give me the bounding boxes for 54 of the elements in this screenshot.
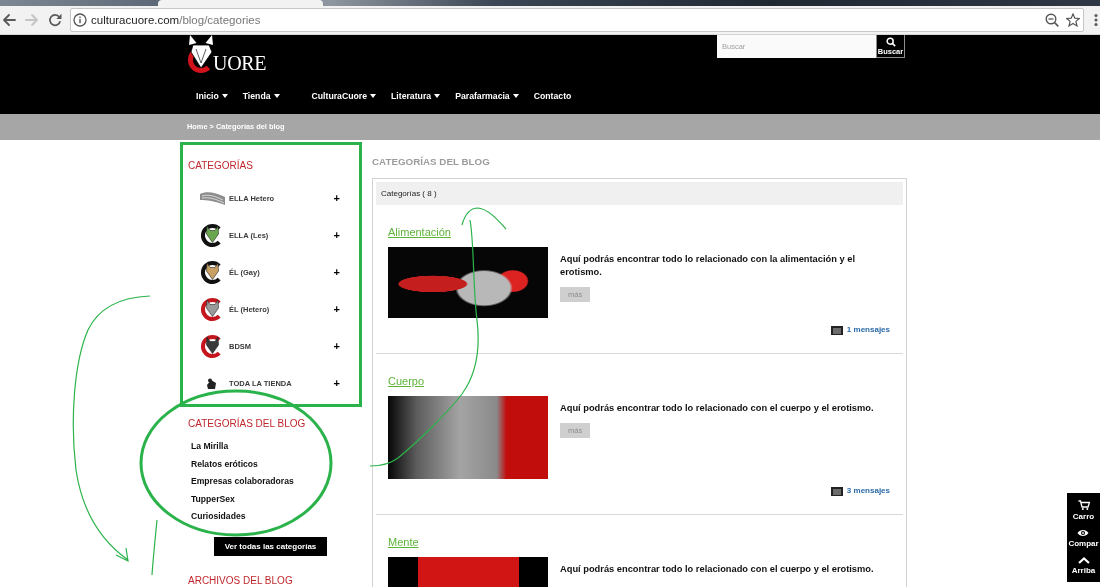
thumbnail-icon [200,191,225,206]
search-icon [885,37,896,47]
page-title: CATEGORÍAS DEL BLOG [372,156,490,168]
caret-icon [273,94,280,98]
nav-item[interactable]: Tienda [242,89,280,103]
chevron-up-icon [1077,556,1090,564]
expand-button[interactable]: + [333,267,340,278]
back-to-top-button[interactable]: Arriba [1071,556,1096,575]
nav-item[interactable]: Literatura [391,89,441,103]
message-icon [830,325,843,335]
category-description: Aquí podrás encontrar todo lo relacionado con el cuerpo y el erotismo. [560,563,874,576]
section-heading: CATEGORÍAS DEL BLOG [188,418,306,430]
compare-button[interactable]: Compar [1068,529,1099,549]
eye-icon [1077,529,1090,538]
logo-text[interactable]: UORE [213,54,267,72]
message-icon [830,486,843,496]
logo-icon[interactable] [187,35,215,73]
caret-icon [434,94,441,98]
nav-item[interactable]: Inicio [196,89,228,103]
expand-button[interactable]: + [333,341,340,352]
url-text: culturacuore.com/blog/categories [91,14,261,26]
menu-icon[interactable] [1094,13,1098,27]
back-arrow-icon[interactable] [2,13,16,27]
blog-category-link[interactable]: Relatos eróticos [191,457,258,470]
message-count-link[interactable]: 1 mensajes [846,325,890,335]
cart-button[interactable]: Carro [1072,500,1095,522]
expand-button[interactable]: + [333,230,340,241]
message-count-link[interactable]: 3 mensajes [846,486,890,496]
expand-button[interactable]: + [333,304,340,315]
address-bar[interactable]: culturacuore.com/blog/categories [70,8,1084,32]
zoom-out-icon[interactable] [1045,13,1059,27]
blog-category-link[interactable]: La Mirilla [191,440,229,452]
emblem-icon [206,377,218,390]
expand-button[interactable]: + [333,193,340,204]
nav-item[interactable]: Parafarmacia [455,89,519,103]
caret-icon [370,94,377,98]
nav-item[interactable]: Contacto [533,89,572,103]
section-heading: CATEGORÍAS [188,160,253,172]
blog-category-link[interactable]: Curiosidades [191,510,246,523]
nav-item[interactable]: CulturaCuore [311,89,377,103]
star-icon[interactable] [1066,13,1080,27]
caret-icon [512,94,519,98]
category-description: Aquí podrás encontrar todo lo relacionado con el cuerpo y el erotismo. [560,402,874,415]
section-heading: ARCHIVOS DEL BLOG [188,574,293,587]
cart-icon [1077,500,1090,511]
view-all-button[interactable]: Ver todas las categorías [214,536,327,556]
info-icon[interactable] [73,13,87,27]
expand-button[interactable]: + [333,378,340,389]
caret-icon [221,94,228,98]
panel-header: Categorías ( 8 ) [376,182,903,205]
reload-icon[interactable] [48,13,62,27]
blog-category-link[interactable]: TupperSex [191,492,235,505]
blog-category-link[interactable]: Empresas colaboradoras [191,475,294,488]
category-description: Aquí podrás encontrar todo lo relacionado con la alimentación y el erotismo. [560,253,856,279]
